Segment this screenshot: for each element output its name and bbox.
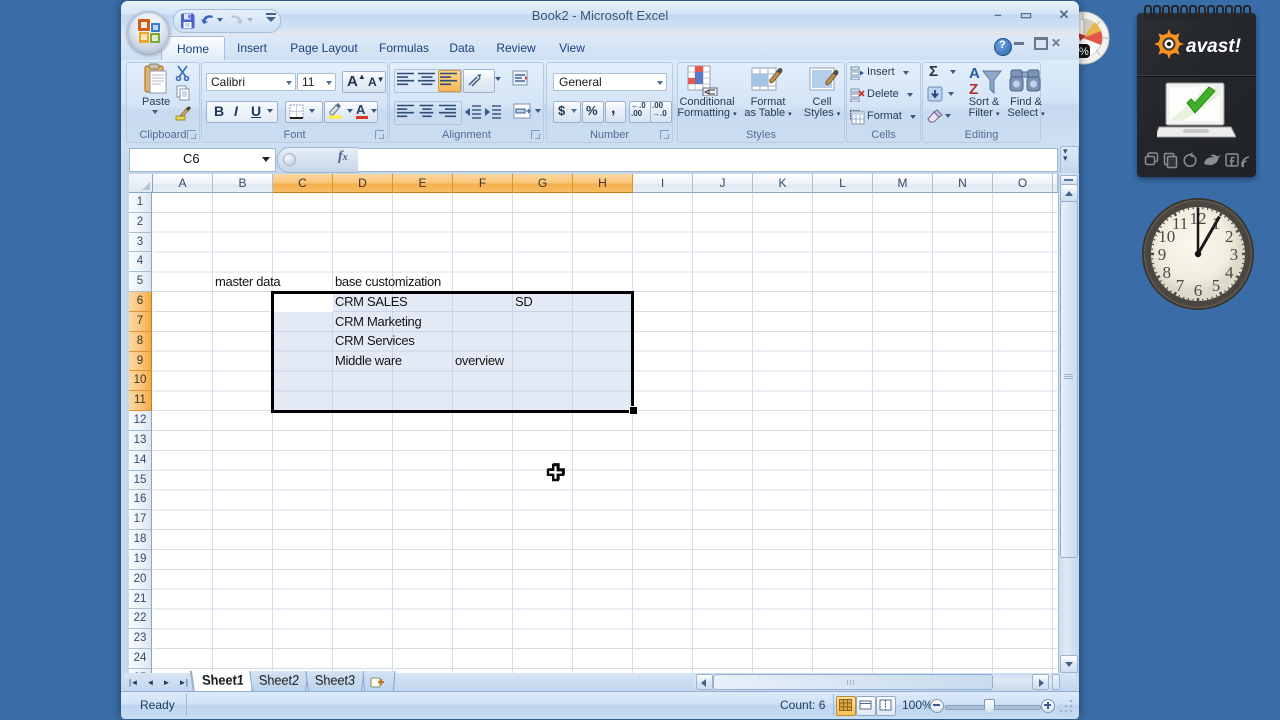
svg-text:6: 6 <box>1194 281 1203 300</box>
svg-text:avast!: avast! <box>1186 36 1241 57</box>
svg-text:3: 3 <box>1230 245 1239 264</box>
svg-text:%: % <box>1079 46 1089 58</box>
svg-text:5: 5 <box>1212 276 1221 295</box>
svg-text:A: A <box>969 65 980 82</box>
svg-text:2: 2 <box>1225 227 1234 246</box>
svg-text:9: 9 <box>1158 245 1167 264</box>
svg-text:11: 11 <box>1172 214 1188 233</box>
svg-text:8: 8 <box>1163 263 1172 282</box>
svg-text:4: 4 <box>1225 263 1234 282</box>
svg-text:7: 7 <box>1176 276 1185 295</box>
